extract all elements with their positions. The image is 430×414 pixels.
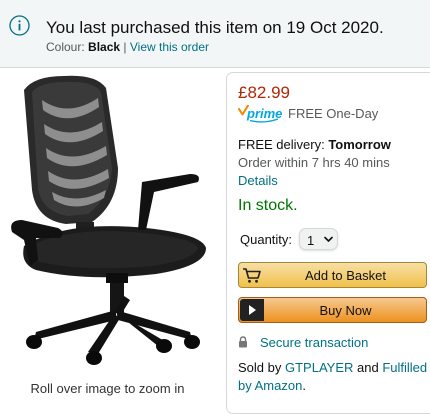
prime-logo: prime bbox=[238, 105, 282, 123]
play-icon bbox=[240, 299, 264, 321]
delivery-day: Tomorrow bbox=[328, 137, 391, 152]
notice-title: You last purchased this item on 19 Oct 2… bbox=[46, 18, 384, 37]
seller-link[interactable]: GTPLAYER bbox=[285, 360, 353, 375]
chevron-down-icon bbox=[324, 236, 333, 242]
buy-now-label: Buy Now bbox=[319, 303, 372, 318]
colour-label: Colour: bbox=[46, 40, 85, 54]
price: £82.99 bbox=[238, 83, 290, 102]
order-within: Order within 7 hrs 40 mins bbox=[238, 155, 390, 170]
view-order-link[interactable]: View this order bbox=[130, 40, 209, 54]
purchase-notice: You last purchased this item on 19 Oct 2… bbox=[0, 0, 430, 68]
colour-value: Black bbox=[88, 40, 121, 54]
cart-icon bbox=[243, 268, 261, 283]
secure-transaction-link[interactable]: Secure transaction bbox=[260, 335, 368, 350]
add-to-basket-button[interactable]: Add to Basket bbox=[238, 262, 427, 288]
quantity-value: 1 bbox=[307, 233, 315, 248]
period: . bbox=[302, 378, 306, 393]
buy-now-button[interactable]: Buy Now bbox=[238, 297, 427, 323]
prime-delivery-text: FREE One-Day bbox=[288, 106, 379, 121]
details-link[interactable]: Details bbox=[238, 172, 278, 190]
product-image[interactable] bbox=[6, 70, 220, 370]
sold-by: Sold by GTPLAYER and Fulfilled by Amazon… bbox=[238, 359, 428, 395]
info-icon bbox=[9, 15, 30, 36]
delivery-prefix: FREE delivery: bbox=[238, 137, 325, 152]
sold-by-prefix: Sold by bbox=[238, 360, 282, 375]
lock-icon bbox=[239, 336, 247, 348]
separator: | bbox=[123, 40, 127, 54]
stock-status: In stock. bbox=[238, 197, 298, 214]
and-text: and bbox=[357, 360, 379, 375]
notice-subline: Colour: Black | View this order bbox=[46, 40, 209, 55]
delivery-line: FREE delivery: Tomorrow bbox=[238, 136, 391, 154]
quantity-select[interactable]: 1 bbox=[299, 228, 338, 250]
quantity-label: Quantity: bbox=[240, 232, 293, 247]
zoom-caption: Roll over image to zoom in bbox=[30, 381, 185, 396]
add-to-basket-label: Add to Basket bbox=[305, 268, 386, 283]
